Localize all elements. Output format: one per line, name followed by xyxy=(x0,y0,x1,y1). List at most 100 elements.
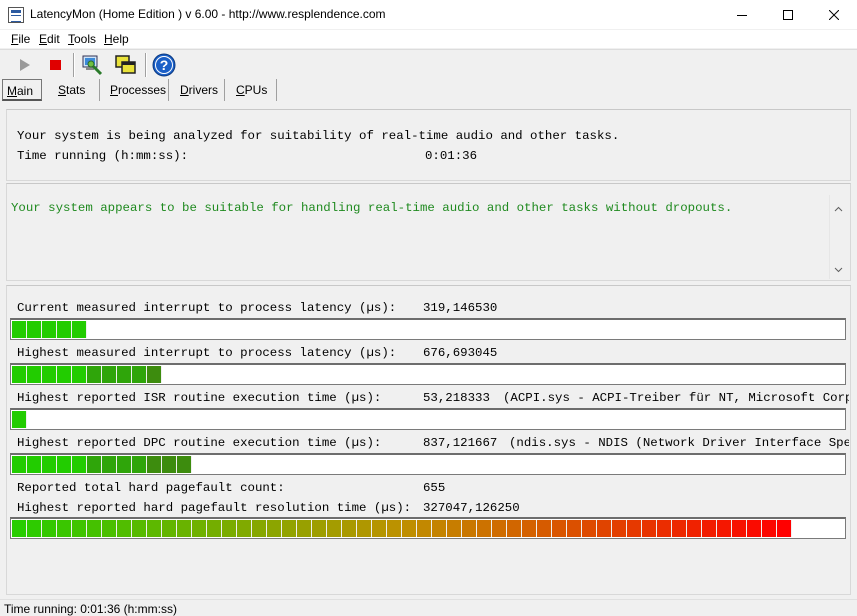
start-button[interactable] xyxy=(13,53,37,77)
meter-segment xyxy=(177,520,192,537)
help-button[interactable]: ? xyxy=(152,53,176,77)
meter-segment xyxy=(117,520,132,537)
meter-segment xyxy=(597,520,612,537)
meter-segment xyxy=(12,366,27,383)
tab-bar: Main Stats Processes Drivers CPUs xyxy=(0,79,857,103)
svg-text:?: ? xyxy=(160,57,169,73)
pagefault-resolution-label: Highest reported hard pagefault resoluti… xyxy=(17,501,412,515)
meter-segment xyxy=(762,520,777,537)
maximize-button[interactable] xyxy=(765,0,811,29)
highest-dpc-meter xyxy=(10,453,846,475)
window-title: LatencyMon (Home Edition ) v 6.00 - http… xyxy=(30,7,386,21)
tab-main[interactable]: Main xyxy=(2,79,42,101)
meter-segment xyxy=(147,520,162,537)
meter-segment xyxy=(162,456,177,473)
meter-segment xyxy=(327,520,342,537)
meter-segment xyxy=(192,520,207,537)
status-bar-text: Time running: 0:01:36 (h:mm:ss) xyxy=(4,602,177,616)
meter-segment xyxy=(342,520,357,537)
menu-bar: File Edit Tools Help xyxy=(0,30,857,48)
meter-segment xyxy=(207,520,222,537)
meter-segment xyxy=(72,321,87,338)
meter-segment xyxy=(462,520,477,537)
meter-segment xyxy=(747,520,762,537)
toolbar: ? xyxy=(0,49,857,79)
menu-file[interactable]: File xyxy=(11,32,30,46)
meter-segment xyxy=(297,520,312,537)
meter-segment xyxy=(42,520,57,537)
tab-stats[interactable]: Stats xyxy=(50,79,100,101)
highest-isr-label: Highest reported ISR routine execution t… xyxy=(17,391,382,405)
meter-segment xyxy=(612,520,627,537)
highest-dpc-label: Highest reported DPC routine execution t… xyxy=(17,436,382,450)
meter-segment xyxy=(57,366,72,383)
menu-help[interactable]: Help xyxy=(104,32,129,46)
tab-drivers[interactable]: Drivers xyxy=(170,79,225,101)
meter-segment xyxy=(282,520,297,537)
highest-isr-driver: (ACPI.sys - ACPI-Treiber für NT, Microso… xyxy=(503,391,849,405)
meter-segment xyxy=(42,366,57,383)
meter-segment xyxy=(42,456,57,473)
meter-segment xyxy=(417,520,432,537)
meter-segment xyxy=(132,456,147,473)
meter-segment xyxy=(117,366,132,383)
meter-segment xyxy=(387,520,402,537)
highest-latency-label: Highest measured interrupt to process la… xyxy=(17,346,397,360)
meter-segment xyxy=(222,520,237,537)
minimize-button[interactable] xyxy=(719,0,765,29)
meter-segment xyxy=(657,520,672,537)
analyze-icon xyxy=(82,55,103,76)
meter-segment xyxy=(57,520,72,537)
meter-segment xyxy=(87,520,102,537)
meter-segment xyxy=(177,456,192,473)
current-latency-label: Current measured interrupt to process la… xyxy=(17,301,397,315)
meter-segment xyxy=(162,520,177,537)
menu-tools[interactable]: Tools xyxy=(68,32,96,46)
meter-segment xyxy=(312,520,327,537)
meter-segment xyxy=(237,520,252,537)
meter-segment xyxy=(252,520,267,537)
scroll-up-icon[interactable] xyxy=(834,205,843,214)
menu-edit[interactable]: Edit xyxy=(39,32,60,46)
meter-segment xyxy=(87,366,102,383)
minimize-icon xyxy=(737,14,747,16)
windows-button[interactable] xyxy=(113,53,137,77)
meter-segment xyxy=(702,520,717,537)
meter-segment xyxy=(72,366,87,383)
meter-segment xyxy=(267,520,282,537)
help-icon: ? xyxy=(152,53,176,77)
play-icon xyxy=(20,59,30,71)
close-button[interactable] xyxy=(811,0,857,29)
analyze-button[interactable] xyxy=(80,53,104,77)
meter-segment xyxy=(147,456,162,473)
windows-icon xyxy=(115,55,136,74)
tab-processes[interactable]: Processes xyxy=(101,79,169,101)
title-bar: LatencyMon (Home Edition ) v 6.00 - http… xyxy=(0,0,857,29)
meter-segment xyxy=(672,520,687,537)
meter-segment xyxy=(102,520,117,537)
scroll-down-icon[interactable] xyxy=(834,265,843,274)
meter-segment xyxy=(12,520,27,537)
stop-button[interactable] xyxy=(44,53,68,77)
meter-segment xyxy=(117,456,132,473)
meter-segment xyxy=(72,456,87,473)
meter-segment xyxy=(147,366,162,383)
highest-dpc-value: 837,121667 xyxy=(423,436,498,450)
tab-cpus[interactable]: CPUs xyxy=(226,79,277,101)
analysis-status-text: Your system is being analyzed for suitab… xyxy=(17,129,620,143)
verdict-scrollbar[interactable] xyxy=(829,195,846,279)
meter-segment xyxy=(72,520,87,537)
meter-segment xyxy=(27,456,42,473)
meter-segment xyxy=(357,520,372,537)
pagefault-count-label: Reported total hard pagefault count: xyxy=(17,481,285,495)
highest-latency-value: 676,693045 xyxy=(423,346,498,360)
highest-isr-meter xyxy=(10,408,846,430)
meter-segment xyxy=(717,520,732,537)
meter-segment xyxy=(12,321,27,338)
meter-segment xyxy=(777,520,792,537)
pagefault-resolution-value: 327047,126250 xyxy=(423,501,520,515)
meter-segment xyxy=(132,366,147,383)
meter-segment xyxy=(522,520,537,537)
app-icon xyxy=(8,7,24,23)
meter-segment xyxy=(42,321,57,338)
